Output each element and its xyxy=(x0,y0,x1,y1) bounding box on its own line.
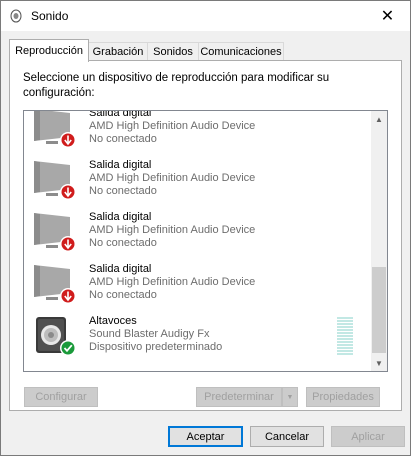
tab-panel-reproduccion: Seleccione un dispositivo de reproducció… xyxy=(9,60,402,411)
tab-grabacion[interactable]: Grabación xyxy=(88,42,148,61)
speaker-icon xyxy=(36,317,76,356)
configure-button[interactable]: Configurar xyxy=(24,387,98,407)
device-description: AMD High Definition Audio Device xyxy=(89,224,256,236)
device-name: Salida digital xyxy=(89,159,152,171)
vertical-scrollbar[interactable]: ▲ ▼ xyxy=(371,111,387,371)
title-bar: Sonido ✕ xyxy=(1,1,410,31)
device-name: Salida digital xyxy=(89,110,152,119)
playback-device-list[interactable]: Salida digital AMD High Definition Audio… xyxy=(23,110,388,372)
device-status: No conectado xyxy=(89,133,157,145)
device-status: No conectado xyxy=(89,237,157,249)
device-description: AMD High Definition Audio Device xyxy=(89,172,256,184)
device-description: Sound Blaster Audigy Fx xyxy=(89,328,210,340)
close-icon: ✕ xyxy=(380,8,395,25)
list-item-device[interactable]: Salida digital AMD High Definition Audio… xyxy=(24,205,370,257)
ok-button[interactable]: Aceptar xyxy=(168,426,243,447)
properties-button[interactable]: Propiedades xyxy=(306,387,380,407)
window-title: Sonido xyxy=(31,9,69,23)
scroll-up-button[interactable]: ▲ xyxy=(371,111,387,127)
set-default-dropdown[interactable]: ▼ xyxy=(282,387,298,407)
chevron-up-icon: ▲ xyxy=(375,114,383,124)
list-item-device[interactable]: Salida digital AMD High Definition Audio… xyxy=(24,257,370,309)
sound-dialog: Sonido ✕ Reproducción Grabación Sonidos … xyxy=(0,0,411,456)
chevron-down-icon: ▼ xyxy=(375,358,383,368)
list-item-device[interactable]: Salida digital AMD High Definition Audio… xyxy=(24,153,370,205)
device-status: No conectado xyxy=(89,185,157,197)
monitor-icon xyxy=(34,265,76,304)
device-status: No conectado xyxy=(89,289,157,301)
apply-button[interactable]: Aplicar xyxy=(331,426,405,447)
scroll-down-button[interactable]: ▼ xyxy=(371,355,387,371)
chevron-down-icon: ▼ xyxy=(286,393,294,401)
instruction-text: Seleccione un dispositivo de reproducció… xyxy=(23,72,330,99)
monitor-icon xyxy=(34,213,76,252)
device-name: Salida digital xyxy=(89,211,152,223)
speaker-app-icon xyxy=(10,9,22,23)
device-description: AMD High Definition Audio Device xyxy=(89,120,256,132)
device-name: Altavoces xyxy=(89,315,137,327)
scroll-thumb[interactable] xyxy=(372,267,386,353)
tab-comunicaciones[interactable]: Comunicaciones xyxy=(198,42,284,61)
volume-level-meter xyxy=(337,317,353,357)
set-default-button[interactable]: Predeterminar xyxy=(196,387,282,407)
tab-reproduccion[interactable]: Reproducción xyxy=(9,39,89,62)
tab-sonidos[interactable]: Sonidos xyxy=(147,42,199,61)
monitor-icon xyxy=(34,161,76,200)
device-status: Dispositivo predeterminado xyxy=(89,341,223,353)
monitor-icon xyxy=(34,111,76,148)
list-item-device-default[interactable]: Altavoces Sound Blaster Audigy Fx Dispos… xyxy=(24,309,370,361)
close-button[interactable]: ✕ xyxy=(365,1,410,31)
list-item-device[interactable]: Salida digital AMD High Definition Audio… xyxy=(24,110,370,153)
device-name: Salida digital xyxy=(89,263,152,275)
device-description: AMD High Definition Audio Device xyxy=(89,276,256,288)
cancel-button[interactable]: Cancelar xyxy=(250,426,324,447)
